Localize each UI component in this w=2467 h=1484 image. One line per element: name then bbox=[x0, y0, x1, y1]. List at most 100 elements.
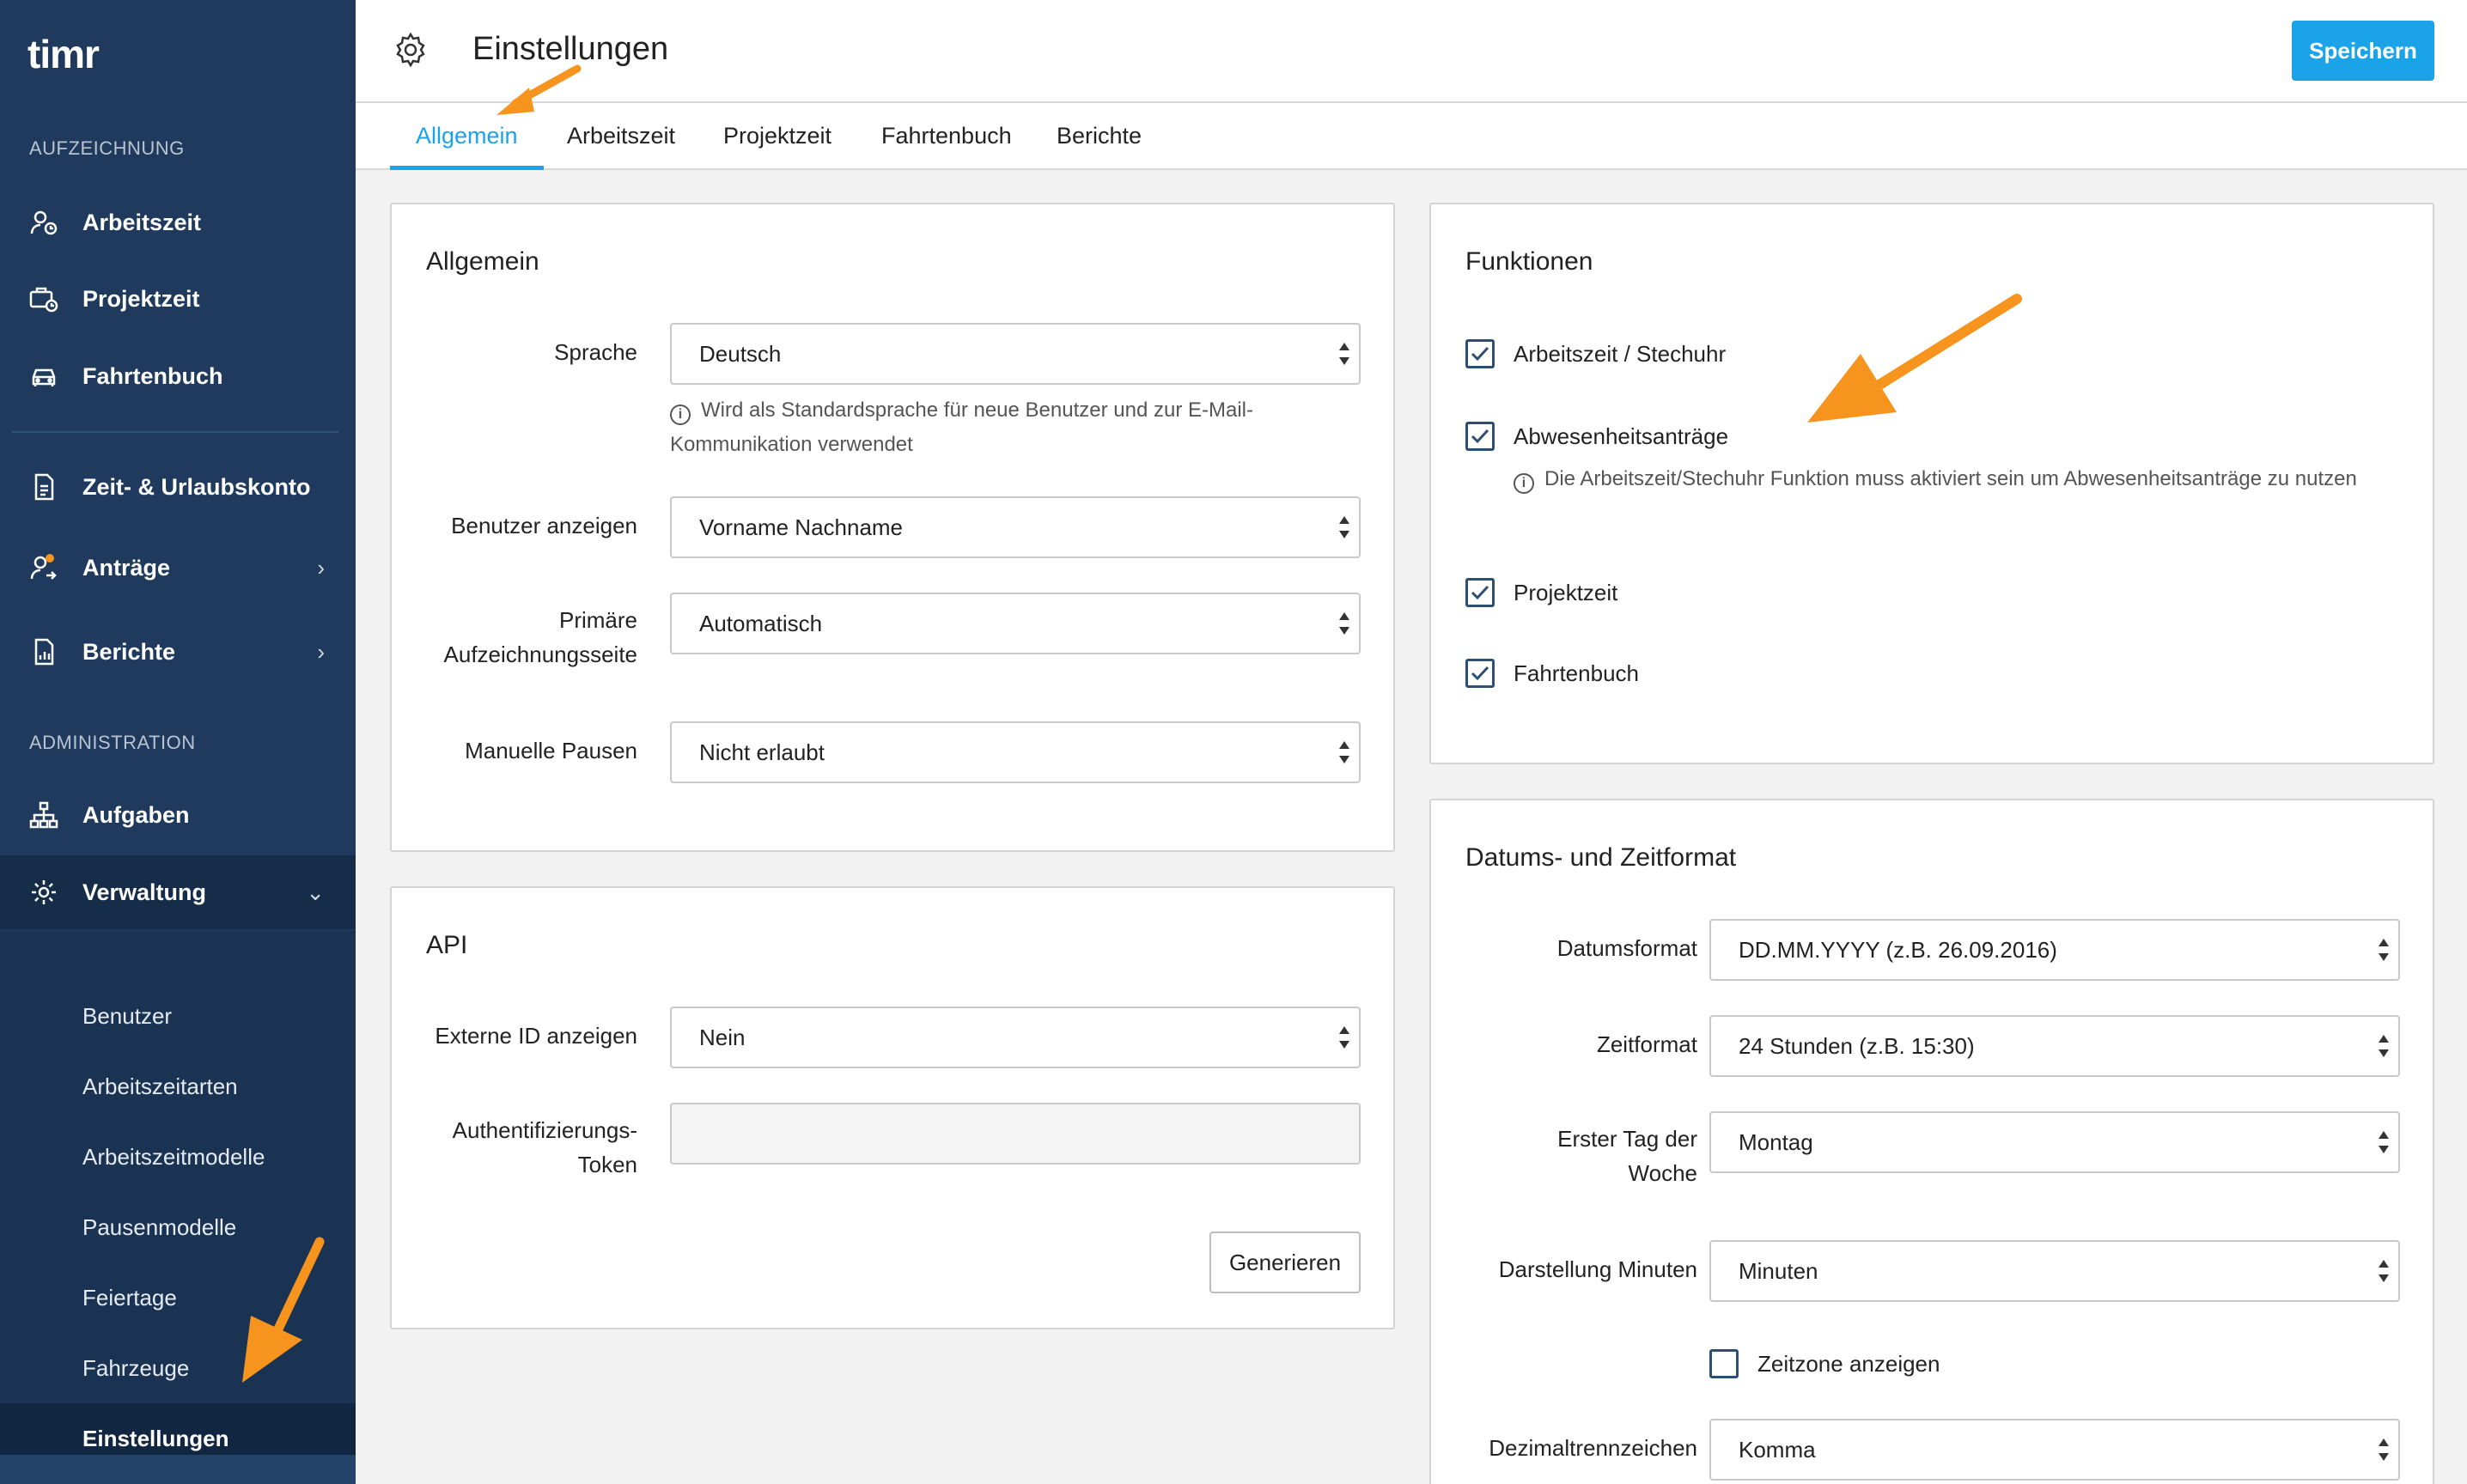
document-icon bbox=[29, 472, 58, 502]
show-user-select[interactable]: Vorname Nachname bbox=[670, 496, 1361, 558]
sidebar-item-berichte[interactable]: Berichte › bbox=[0, 615, 356, 689]
api-settings-card: API Externe ID anzeigen Nein Authentifiz… bbox=[390, 886, 1395, 1329]
generate-token-button[interactable]: Generieren bbox=[1209, 1232, 1361, 1293]
hint-text: Die Arbeitszeit/Stechuhr Funktion muss a… bbox=[1544, 467, 2357, 490]
primary-page-select[interactable]: Automatisch bbox=[670, 593, 1361, 654]
info-icon: i bbox=[1514, 473, 1534, 494]
decimal-separator-label: Dezimaltrennzeichen bbox=[1489, 1435, 1697, 1461]
user-clock-icon bbox=[29, 208, 58, 237]
chevron-right-icon: › bbox=[317, 638, 325, 665]
show-user-label: Benutzer anzeigen bbox=[451, 513, 637, 538]
tab-fahrtenbuch[interactable]: Fahrtenbuch bbox=[881, 103, 1012, 168]
manual-breaks-select[interactable]: Nicht erlaubt bbox=[670, 721, 1361, 783]
chevron-down-icon: ⌄ bbox=[306, 879, 325, 905]
manual-breaks-label: Manuelle Pausen bbox=[465, 738, 637, 763]
time-format-select[interactable]: 24 Stunden (z.B. 15:30) bbox=[1709, 1015, 2400, 1077]
briefcase-clock-icon bbox=[29, 284, 58, 313]
select-arrows-icon bbox=[2379, 939, 2389, 961]
sidebar-subitem-label: Arbeitszeitarten bbox=[82, 1073, 238, 1099]
select-arrows-icon bbox=[2379, 1035, 2389, 1057]
sidebar-subitem-arbeitszeitmodelle[interactable]: Arbeitszeitmodelle bbox=[0, 1122, 356, 1192]
sidebar-item-antraege[interactable]: Anträge › bbox=[0, 531, 356, 605]
decimal-separator-select[interactable]: Komma bbox=[1709, 1419, 2400, 1481]
sidebar-item-verwaltung[interactable]: Verwaltung ⌄ bbox=[0, 855, 356, 929]
checkbox-label: Fahrtenbuch bbox=[1514, 660, 1639, 686]
select-value: DD.MM.YYYY (z.B. 26.09.2016) bbox=[1739, 936, 2057, 963]
sidebar-item-label: Berichte bbox=[82, 638, 176, 665]
checkbox-checked-icon[interactable] bbox=[1465, 339, 1495, 368]
sidebar-item-label: Zeit- & Urlaubskonto bbox=[82, 473, 311, 500]
select-arrows-icon bbox=[2379, 1438, 2389, 1461]
select-arrows-icon bbox=[1339, 1026, 1349, 1049]
report-icon bbox=[29, 637, 58, 666]
language-select[interactable]: Deutsch bbox=[670, 323, 1361, 385]
section-heading-administration: ADMINISTRATION bbox=[29, 732, 196, 753]
tab-berichte[interactable]: Berichte bbox=[1057, 103, 1142, 168]
sidebar-subitem-benutzer[interactable]: Benutzer bbox=[0, 981, 356, 1051]
select-arrows-icon bbox=[1339, 741, 1349, 763]
save-button[interactable]: Speichern bbox=[2292, 21, 2434, 81]
section-heading-recording: AUFZEICHNUNG bbox=[29, 137, 185, 159]
timr-logo[interactable]: timr bbox=[27, 31, 100, 77]
sidebar-item-label: Verwaltung bbox=[82, 879, 207, 905]
timezone-checkbox[interactable]: Zeitzone anzeigen bbox=[1709, 1347, 1940, 1381]
gear-icon bbox=[392, 31, 429, 69]
language-label: Sprache bbox=[554, 339, 637, 365]
sidebar-subitem-label: Einstellungen bbox=[82, 1425, 229, 1451]
select-value: Minuten bbox=[1739, 1257, 1818, 1284]
sidebar-subitem-arbeitszeitarten[interactable]: Arbeitszeitarten bbox=[0, 1051, 356, 1122]
select-value: 24 Stunden (z.B. 15:30) bbox=[1739, 1032, 1975, 1059]
select-value: Deutsch bbox=[699, 340, 782, 367]
checkbox-label: Projektzeit bbox=[1514, 579, 1618, 605]
page-header: Einstellungen Speichern bbox=[356, 0, 2467, 103]
feature-arbeitszeit-checkbox[interactable]: Arbeitszeit / Stechuhr bbox=[1465, 337, 1726, 371]
minutes-display-label: Darstellung Minuten bbox=[1498, 1256, 1697, 1282]
select-value: Komma bbox=[1739, 1436, 1816, 1463]
sidebar-subitem-label: Fahrzeuge bbox=[82, 1354, 190, 1381]
select-value: Automatisch bbox=[699, 610, 823, 636]
sidebar-item-zeit-urlaubskonto[interactable]: Zeit- & Urlaubskonto bbox=[0, 450, 356, 524]
sidebar-subitem-label: Feiertage bbox=[82, 1284, 177, 1311]
checkbox-checked-icon[interactable] bbox=[1465, 422, 1495, 451]
date-format-select[interactable]: DD.MM.YYYY (z.B. 26.09.2016) bbox=[1709, 919, 2400, 981]
annotation-arrow-icon bbox=[496, 64, 582, 115]
sidebar-item-arbeitszeit[interactable]: Arbeitszeit bbox=[0, 186, 356, 259]
checkbox-label: Zeitzone anzeigen bbox=[1757, 1350, 1940, 1377]
checkbox-unchecked-icon[interactable] bbox=[1709, 1349, 1739, 1378]
token-field[interactable] bbox=[670, 1103, 1361, 1165]
date-format-label: Datumsformat bbox=[1556, 935, 1697, 961]
sidebar-subitem-label: Benutzer bbox=[82, 1002, 173, 1029]
card-title: Funktionen bbox=[1465, 247, 1593, 276]
info-icon: i bbox=[670, 404, 691, 425]
sidebar-item-label: Arbeitszeit bbox=[82, 209, 202, 235]
minutes-display-select[interactable]: Minuten bbox=[1709, 1240, 2400, 1302]
sidebar-item-fahrtenbuch[interactable]: Fahrtenbuch bbox=[0, 339, 356, 413]
sidebar-item-label: Aufgaben bbox=[82, 801, 190, 828]
feature-projektzeit-checkbox[interactable]: Projektzeit bbox=[1465, 575, 1617, 610]
first-day-select[interactable]: Montag bbox=[1709, 1111, 2400, 1173]
sidebar-item-label: Fahrtenbuch bbox=[82, 362, 223, 389]
checkbox-checked-icon[interactable] bbox=[1465, 578, 1495, 607]
general-settings-card: Allgemein Sprache Deutsch i Wird als Stan… bbox=[390, 203, 1395, 852]
tab-projektzeit[interactable]: Projektzeit bbox=[723, 103, 831, 168]
checkbox-checked-icon[interactable] bbox=[1465, 659, 1495, 688]
select-value: Vorname Nachname bbox=[699, 514, 904, 540]
select-arrows-icon bbox=[1339, 612, 1349, 635]
sidebar-item-projektzeit[interactable]: Projektzeit bbox=[0, 262, 356, 336]
external-id-select[interactable]: Nein bbox=[670, 1007, 1361, 1068]
select-arrows-icon bbox=[1339, 516, 1349, 538]
annotation-arrow-icon bbox=[242, 1237, 325, 1383]
hierarchy-icon bbox=[29, 800, 58, 830]
sidebar-divider bbox=[12, 431, 338, 433]
select-arrows-icon bbox=[1339, 343, 1349, 365]
sidebar-footer bbox=[0, 1455, 356, 1484]
feature-abwesenheit-checkbox[interactable]: Abwesenheitsanträge bbox=[1465, 419, 1728, 453]
select-arrows-icon bbox=[2379, 1131, 2389, 1153]
feature-fahrtenbuch-checkbox[interactable]: Fahrtenbuch bbox=[1465, 656, 1639, 690]
settings-tabs: Allgemein Arbeitszeit Projektzeit Fahrte… bbox=[356, 103, 2467, 170]
external-id-label: Externe ID anzeigen bbox=[435, 1023, 637, 1049]
sidebar-item-aufgaben[interactable]: Aufgaben bbox=[0, 778, 356, 852]
card-title: API bbox=[426, 931, 468, 959]
annotation-arrow-icon bbox=[1807, 294, 2022, 423]
language-hint: i Wird als Standardsprache für neue Benut… bbox=[670, 393, 1361, 462]
